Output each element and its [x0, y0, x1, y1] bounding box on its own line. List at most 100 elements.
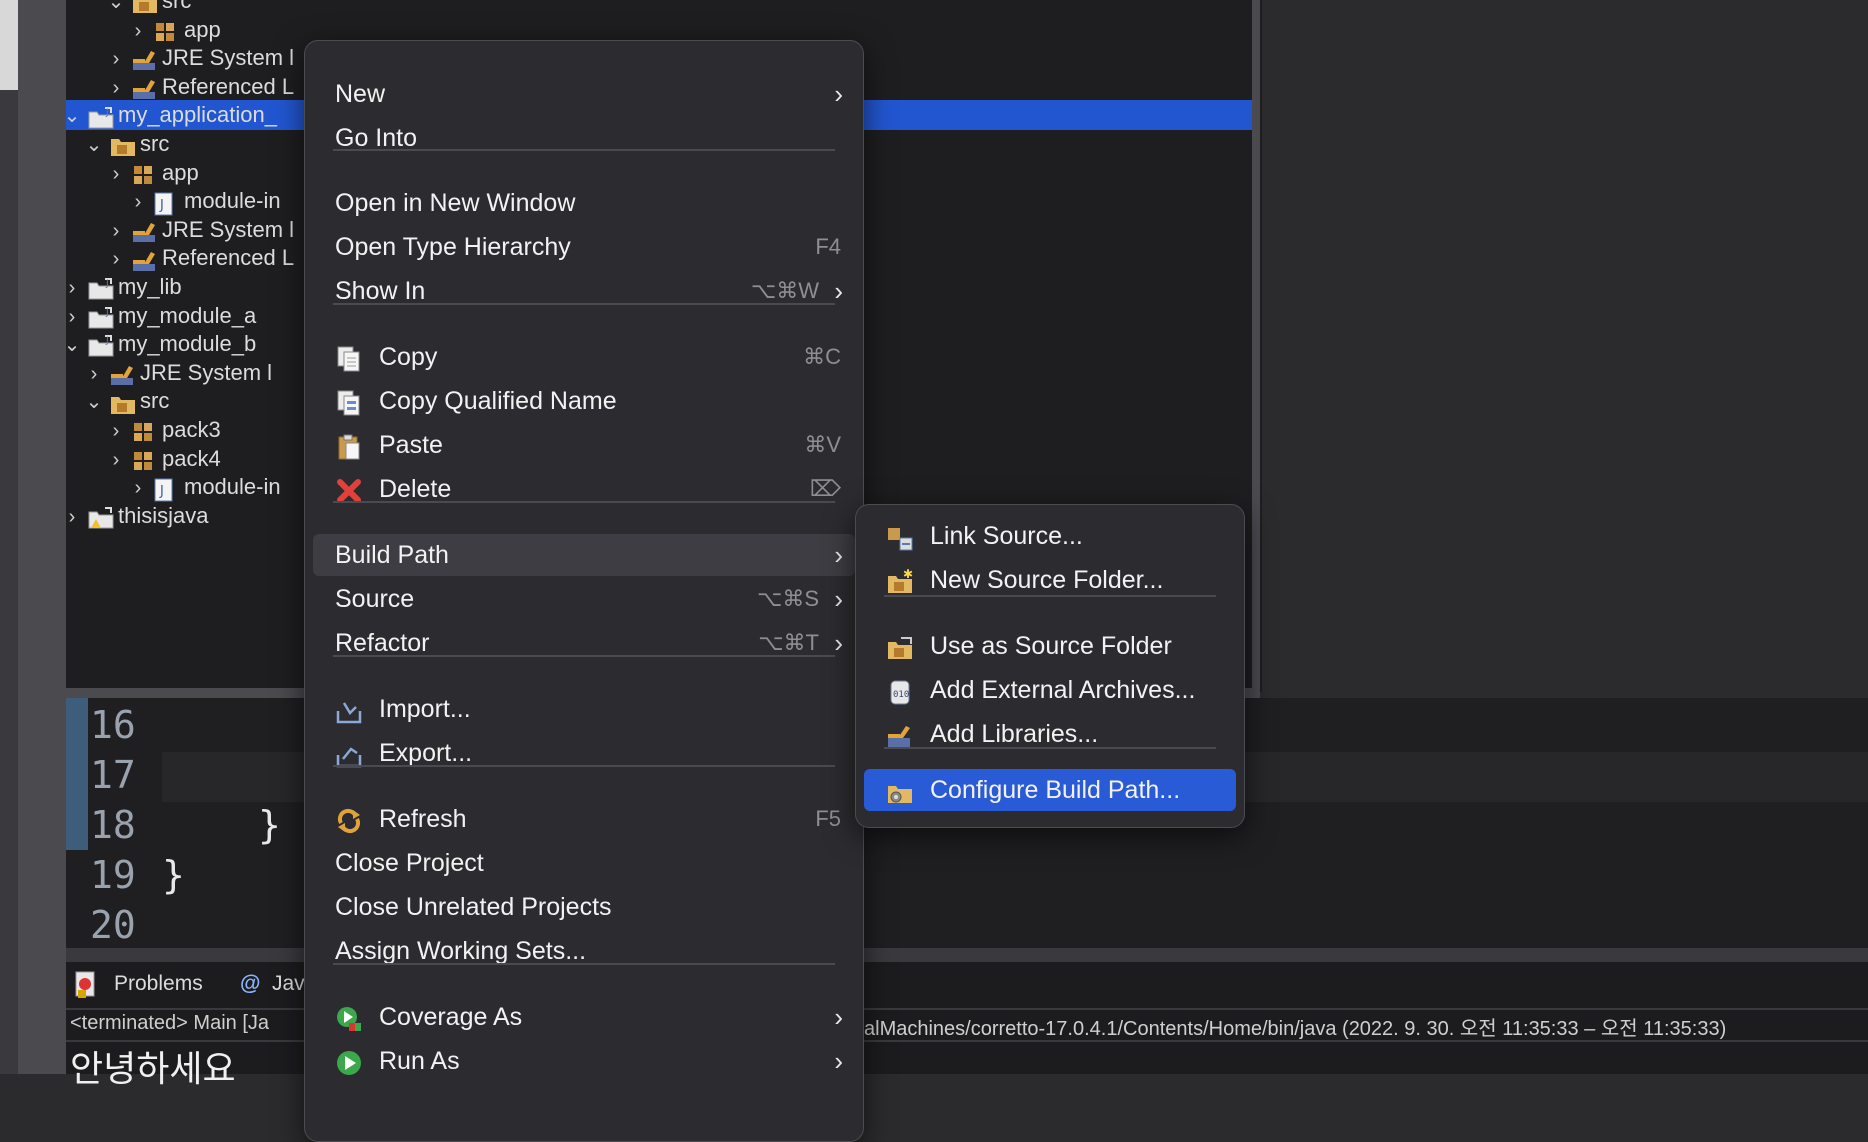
chevron-right-icon[interactable]: › — [106, 44, 126, 74]
menu-item-export[interactable]: Export... — [313, 732, 855, 774]
tab-javadoc[interactable]: Jav — [272, 972, 305, 996]
svg-text:010: 010 — [893, 690, 909, 700]
chevron-down-icon[interactable]: ⌄ — [84, 387, 104, 417]
submenu-item-add-external-archives[interactable]: 010 Add External Archives... — [864, 669, 1236, 711]
submenu-item-link-source[interactable]: Link Source... — [864, 515, 1236, 557]
menu-shortcut: ⌘V — [804, 432, 841, 457]
menu-item-label: Open Type Hierarchy — [335, 233, 571, 261]
tree-row-label: Referenced L — [162, 245, 295, 271]
menu-item-label: Import... — [379, 695, 471, 723]
javadoc-icon: @ — [240, 972, 261, 995]
chevron-right-icon: › — [834, 276, 843, 306]
line-number: 19 — [90, 853, 136, 897]
menu-shortcut: F5 — [815, 806, 841, 831]
tree-row-label: src — [140, 388, 170, 414]
menu-item-new[interactable]: New › — [313, 73, 855, 115]
svg-text:J: J — [105, 279, 109, 289]
tree-row-label: src — [140, 131, 170, 156]
library-icon — [132, 78, 158, 99]
menu-item-paste[interactable]: Paste ⌘V — [313, 424, 855, 466]
menu-item-coverage-as[interactable]: Coverage As › — [313, 996, 855, 1038]
chevron-right-icon[interactable]: › — [106, 73, 126, 103]
window-edge — [0, 0, 18, 1074]
code-brace[interactable]: } — [258, 800, 281, 850]
menu-item-copy[interactable]: Copy ⌘C — [313, 336, 855, 378]
line-number: 17 — [90, 753, 136, 797]
submenu-item-label: Use as Source Folder — [930, 632, 1172, 660]
menu-item-delete[interactable]: Delete ⌦ — [313, 468, 855, 510]
menu-item-build-path[interactable]: Build Path › — [313, 534, 855, 576]
chevron-right-icon: › — [834, 584, 843, 614]
chevron-right-icon[interactable]: › — [106, 244, 126, 274]
chevron-right-icon[interactable]: › — [128, 16, 148, 46]
chevron-down-icon[interactable]: ⌄ — [62, 101, 82, 131]
chevron-right-icon[interactable]: › — [84, 359, 104, 389]
menu-item-show-in[interactable]: Show In ⌥⌘W › — [313, 270, 855, 312]
submenu-item-use-as-source-folder[interactable]: Use as Source Folder — [864, 625, 1236, 667]
chevron-right-icon[interactable]: › — [106, 445, 126, 475]
submenu-item-label: Add External Archives... — [930, 676, 1196, 704]
menu-item-open-new-window[interactable]: Open in New Window — [313, 182, 855, 224]
chevron-down-icon[interactable]: ⌄ — [106, 0, 126, 17]
chevron-right-icon[interactable]: › — [106, 416, 126, 446]
menu-item-import[interactable]: Import... — [313, 688, 855, 730]
package-icon — [154, 21, 180, 41]
menu-item-refresh[interactable]: Refresh F5 — [313, 798, 855, 840]
menu-item-run-as[interactable]: Run As › — [313, 1040, 855, 1082]
tree-row[interactable]: ⌄ src — [106, 0, 366, 16]
menu-item-label: Close Unrelated Projects — [335, 893, 612, 921]
submenu-separator — [884, 747, 1216, 749]
chevron-right-icon[interactable]: › — [128, 187, 148, 217]
tree-row-label: JRE System l — [162, 216, 295, 242]
menu-item-open-type-hierarchy[interactable]: Open Type Hierarchy F4 — [313, 226, 855, 268]
chevron-down-icon[interactable]: ⌄ — [62, 330, 82, 360]
menu-separator — [333, 765, 835, 767]
code-brace[interactable]: } — [162, 850, 185, 900]
menu-item-source[interactable]: Source ⌥⌘S › — [313, 578, 855, 620]
chevron-right-icon[interactable]: › — [62, 502, 82, 532]
chevron-right-icon[interactable]: › — [62, 302, 82, 332]
tree-row-label: src — [162, 0, 192, 13]
package-explorer-border — [1252, 0, 1260, 692]
menu-item-close-project[interactable]: Close Project — [313, 842, 855, 884]
submenu-item-configure-build-path[interactable]: Configure Build Path... — [864, 769, 1236, 811]
menu-item-label: Show In — [335, 277, 426, 305]
tree-row[interactable]: ⌄ Jmy_module_b — [62, 329, 322, 359]
menu-item-label: Run As — [379, 1047, 460, 1075]
menu-shortcut: ⌥⌘S — [756, 586, 819, 611]
tree-row[interactable]: › Jmy_lib — [62, 272, 322, 302]
menu-item-label: Close Project — [335, 849, 484, 877]
chevron-right-icon[interactable]: › — [62, 273, 82, 303]
menu-item-copy-qualified-name[interactable]: Copy Qualified Name — [313, 380, 855, 422]
tree-row[interactable]: › Jmy_module_a — [62, 301, 322, 331]
copy-qualified-icon — [335, 388, 363, 416]
import-icon — [335, 696, 363, 724]
console-status-left: <terminated> Main [Ja — [70, 1012, 269, 1034]
menu-separator — [333, 963, 835, 965]
tab-problems[interactable]: Problems — [114, 972, 203, 996]
tree-row[interactable]: › thisisjava — [62, 501, 322, 531]
library-icon — [110, 364, 136, 385]
chevron-right-icon[interactable]: › — [128, 473, 148, 503]
build-path-submenu: Link Source... ✱ New Source Folder... Us… — [855, 504, 1245, 828]
chevron-right-icon[interactable]: › — [106, 159, 126, 189]
menu-separator — [333, 501, 835, 503]
line-number: 18 — [90, 803, 136, 847]
tree-row-label: thisisjava — [118, 502, 209, 528]
chevron-right-icon: › — [834, 79, 843, 109]
menu-item-go-into[interactable]: Go Into — [313, 117, 855, 159]
submenu-item-label: Link Source... — [930, 522, 1083, 550]
menu-item-label: Refresh — [379, 805, 467, 833]
package-folder-icon — [132, 0, 158, 14]
project-icon: J — [88, 278, 114, 300]
chevron-down-icon[interactable]: ⌄ — [84, 130, 104, 160]
menu-item-close-unrelated-projects[interactable]: Close Unrelated Projects — [313, 886, 855, 928]
menu-item-refactor[interactable]: Refactor ⌥⌘T › — [313, 622, 855, 664]
left-gutter — [18, 0, 66, 1074]
chevron-right-icon[interactable]: › — [106, 216, 126, 246]
java-file-icon: J — [154, 192, 180, 216]
library-icon — [132, 250, 158, 271]
menu-item-label: Build Path — [335, 541, 449, 569]
menu-item-assign-working-sets[interactable]: Assign Working Sets... — [313, 930, 855, 972]
svg-text:J: J — [105, 108, 109, 118]
